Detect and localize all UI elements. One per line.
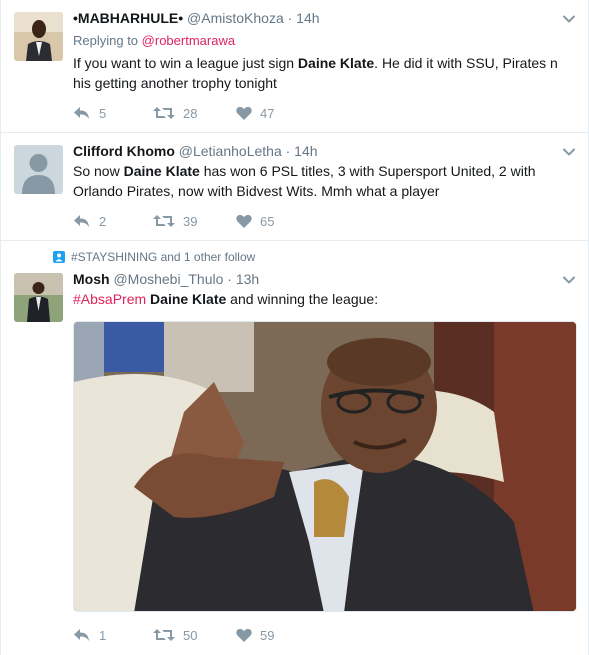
tweet-header: Clifford Khomo @LetianhoLetha · 14h [73, 143, 548, 159]
replying-handle-link[interactable]: @robertmarawa [142, 33, 235, 48]
timeline: •MABHARHULE• @AmistoKhoza · 14h Replying… [0, 0, 589, 655]
retweet-icon [153, 215, 175, 227]
tweet-2[interactable]: Clifford Khomo @LetianhoLetha · 14h So n… [1, 133, 588, 241]
retweet-button[interactable]: 50 [153, 628, 236, 643]
user-handle[interactable]: @Moshebi_Thulo [113, 271, 223, 287]
tweet-text: So now Daine Klate has won 6 PSL titles,… [73, 161, 573, 201]
reply-button[interactable]: 5 [73, 106, 153, 121]
social-context[interactable]: #STAYSHINING and 1 other follow [53, 250, 255, 264]
tweet-text-part: and winning the league: [226, 291, 379, 307]
social-context-text: #STAYSHINING and 1 other follow [71, 250, 256, 264]
user-handle[interactable]: @LetianhoLetha [179, 143, 282, 159]
like-count: 65 [260, 213, 275, 229]
retweet-count: 39 [183, 213, 198, 229]
reply-count: 5 [99, 105, 107, 121]
retweet-button[interactable]: 28 [153, 106, 236, 121]
heart-icon [236, 628, 252, 642]
avatar[interactable] [14, 12, 63, 61]
retweet-button[interactable]: 39 [153, 214, 236, 229]
tweet-header: •MABHARHULE• @AmistoKhoza · 14h [73, 10, 548, 26]
retweet-icon [153, 629, 175, 641]
tweet-actions: 5 28 47 [73, 105, 316, 121]
like-count: 47 [260, 105, 275, 121]
person-icon [53, 251, 65, 263]
tweet-text: If you want to win a league just sign Da… [73, 53, 573, 93]
reply-icon [74, 215, 89, 227]
tweet-actions: 2 39 65 [73, 213, 316, 229]
tweet-photo[interactable] [73, 321, 577, 612]
tweet-text-bold: Daine Klate [123, 163, 200, 179]
timestamp[interactable]: · 14h [286, 143, 318, 159]
reply-count: 2 [99, 213, 107, 229]
tweet-text-bold: Daine Klate [150, 291, 227, 307]
avatar[interactable] [14, 273, 63, 322]
tweet-1[interactable]: •MABHARHULE• @AmistoKhoza · 14h Replying… [1, 0, 588, 133]
heart-icon [236, 106, 252, 120]
reply-count: 1 [99, 627, 107, 643]
tweet-3[interactable]: #STAYSHINING and 1 other follow Mosh @Mo… [1, 241, 588, 655]
user-handle[interactable]: @AmistoKhoza [187, 10, 284, 26]
retweet-count: 28 [183, 105, 198, 121]
tweet-actions: 1 50 59 [73, 627, 316, 643]
like-button[interactable]: 65 [236, 214, 316, 229]
tweet-text: #AbsaPrem Daine Klate and winning the le… [73, 289, 573, 309]
hashtag-link[interactable]: #AbsaPrem [73, 291, 146, 307]
timestamp[interactable]: · 14h [288, 10, 320, 26]
tweet-text-part: So now [73, 163, 124, 179]
tweet-text-bold: Daine Klate [297, 55, 375, 71]
avatar-default[interactable] [14, 145, 63, 194]
like-button[interactable]: 47 [236, 106, 316, 121]
display-name[interactable]: Clifford Khomo [73, 143, 175, 159]
reply-icon [74, 629, 89, 641]
timestamp[interactable]: · 13h [227, 271, 259, 287]
chevron-down-icon[interactable] [562, 12, 576, 26]
retweet-icon [153, 107, 175, 119]
chevron-down-icon[interactable] [562, 273, 576, 287]
tweet-text-part: If you want to win a league just sign [73, 55, 298, 71]
reply-icon [74, 107, 89, 119]
replying-prefix: Replying to [73, 33, 139, 48]
chevron-down-icon[interactable] [562, 145, 576, 159]
reply-button[interactable]: 1 [73, 628, 153, 643]
tweet-header: Mosh @Moshebi_Thulo · 13h [73, 271, 548, 287]
display-name[interactable]: Mosh [73, 271, 110, 287]
display-name[interactable]: •MABHARHULE• [73, 10, 183, 26]
like-count: 59 [260, 627, 275, 643]
retweet-count: 50 [183, 627, 198, 643]
like-button[interactable]: 59 [236, 628, 316, 643]
heart-icon [236, 214, 252, 228]
replying-to: Replying to @robertmarawa [73, 33, 548, 48]
reply-button[interactable]: 2 [73, 214, 153, 229]
